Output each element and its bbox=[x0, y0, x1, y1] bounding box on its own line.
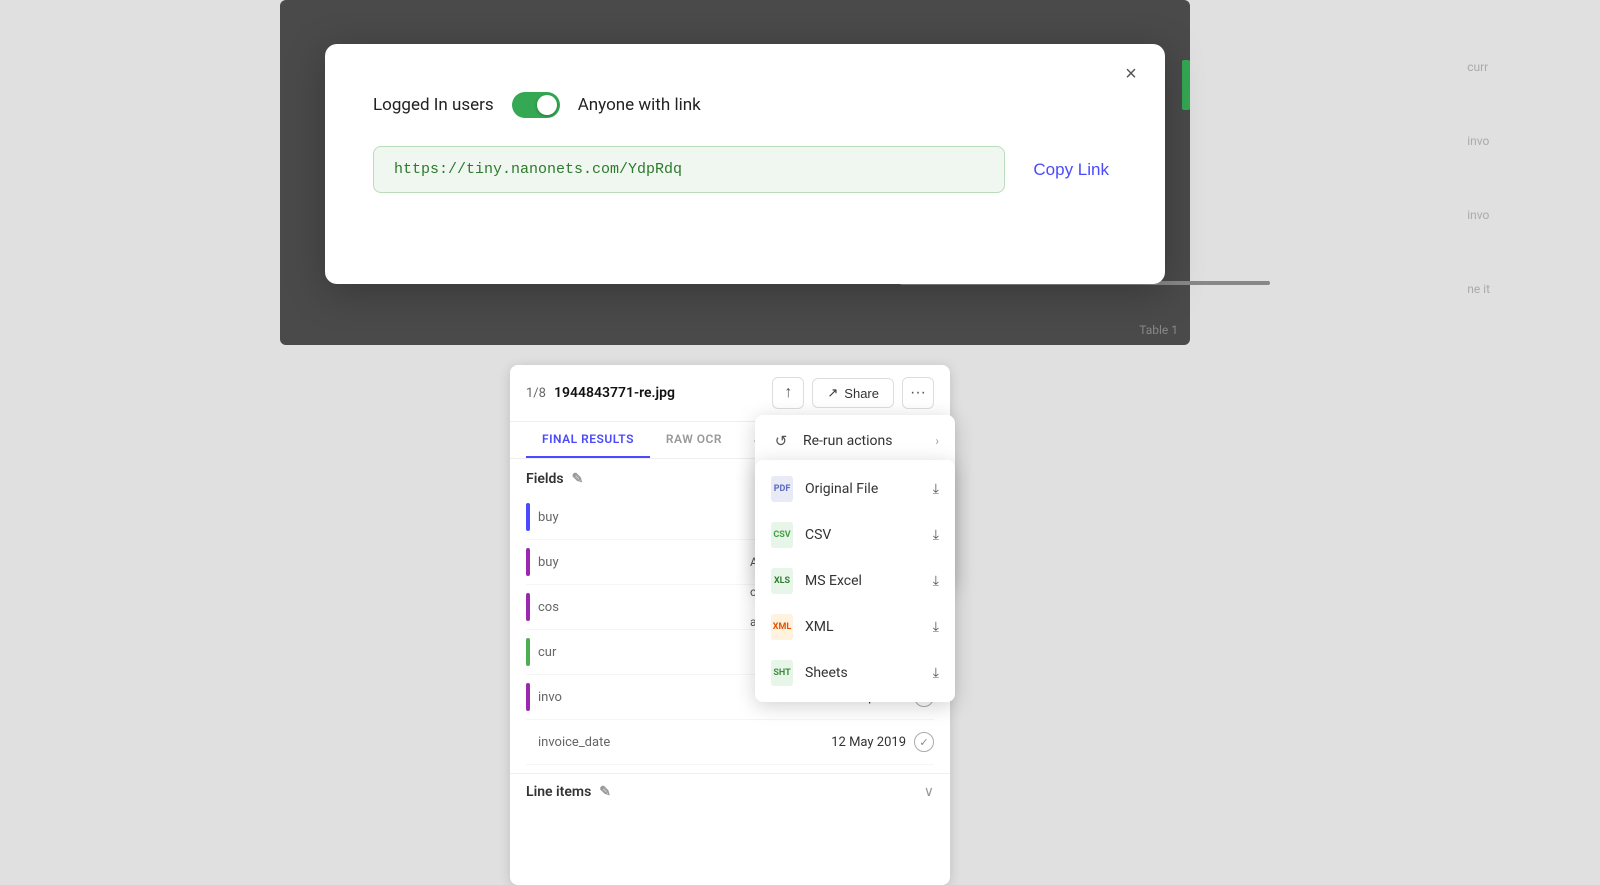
modal-link-row: https://tiny.nanonets.com/YdpRdq Copy Li… bbox=[373, 146, 1117, 193]
more-options-button[interactable]: ··· bbox=[902, 377, 934, 409]
toggle-label-right: Anyone with link bbox=[578, 95, 701, 115]
more-icon: ··· bbox=[910, 384, 926, 402]
field-indicator bbox=[526, 593, 530, 621]
line-items-section: Line items ✎ ∨ bbox=[510, 773, 950, 810]
excel-icon: XLS bbox=[771, 568, 793, 594]
field-row-invoice-date: invoice_date 12 May 2019 ✓ bbox=[526, 720, 934, 765]
tab-final-results[interactable]: FINAL RESULTS bbox=[526, 422, 650, 458]
line-items-label: Line items ✎ bbox=[526, 784, 611, 800]
toggle-switch[interactable] bbox=[512, 92, 560, 118]
download-excel[interactable]: XLS MS Excel ⤓ bbox=[755, 558, 955, 604]
download-submenu: PDF Original File ⤓ CSV CSV ⤓ XLS MS Exc… bbox=[755, 460, 955, 702]
bg-label-invo2: invo bbox=[1467, 208, 1490, 222]
download-arrow-icon: ⤓ bbox=[933, 481, 939, 497]
field-check-invoice-date: ✓ bbox=[914, 732, 934, 752]
close-button[interactable]: × bbox=[1117, 60, 1145, 88]
right-bg-labels: curr invo invo ne it bbox=[1467, 60, 1490, 296]
download-original[interactable]: PDF Original File ⤓ bbox=[755, 466, 955, 512]
field-name-invoice-date: invoice_date bbox=[538, 735, 823, 750]
copy-link-button[interactable]: Copy Link bbox=[1025, 160, 1117, 180]
field-indicator bbox=[526, 548, 530, 576]
download-arrow-icon: ⤓ bbox=[933, 619, 939, 635]
download-arrow-icon: ⤓ bbox=[933, 665, 939, 681]
csv-label: CSV bbox=[805, 527, 921, 543]
line-items-text: Line items bbox=[526, 784, 591, 800]
toggle-label-left: Logged In users bbox=[373, 95, 494, 115]
field-indicator bbox=[526, 728, 530, 756]
download-arrow-icon: ⤓ bbox=[933, 527, 939, 543]
original-file-label: Original File bbox=[805, 481, 921, 497]
download-arrow-icon: ⤓ bbox=[933, 573, 939, 589]
sheets-label: Sheets bbox=[805, 665, 921, 681]
panel-actions: ↑ ↗ Share ··· bbox=[772, 377, 934, 409]
url-display: https://tiny.nanonets.com/YdpRdq bbox=[373, 146, 1005, 193]
modal-toggle-row: Logged In users Anyone with link bbox=[373, 92, 1117, 118]
pdf-icon: PDF bbox=[771, 476, 793, 502]
tab-raw-ocr[interactable]: RAW OCR bbox=[650, 422, 738, 458]
share-icon: ↗ bbox=[827, 385, 838, 401]
page-info: 1/8 1944843771-re.jpg bbox=[526, 385, 675, 401]
upload-icon: ↑ bbox=[784, 384, 792, 402]
fields-label: Fields bbox=[526, 471, 564, 487]
bg-label-neit: ne it bbox=[1467, 282, 1490, 296]
download-sheets[interactable]: SHT Sheets ⤓ bbox=[755, 650, 955, 696]
bg-label-invo1: invo bbox=[1467, 134, 1490, 148]
share-label: Share bbox=[844, 386, 879, 401]
download-csv[interactable]: CSV CSV ⤓ bbox=[755, 512, 955, 558]
table-label: Table 1 bbox=[1139, 323, 1178, 337]
rerun-icon: ↺ bbox=[771, 431, 791, 451]
sheets-icon: SHT bbox=[771, 660, 793, 686]
download-xml[interactable]: XML XML ⤓ bbox=[755, 604, 955, 650]
xml-icon: XML bbox=[771, 614, 793, 640]
page-number: 1/8 bbox=[526, 386, 546, 401]
bg-label-curr: curr bbox=[1467, 60, 1490, 74]
field-indicator bbox=[526, 638, 530, 666]
edit-line-items-icon[interactable]: ✎ bbox=[599, 784, 611, 800]
arrow-icon: › bbox=[935, 434, 939, 448]
green-indicator bbox=[1182, 60, 1190, 110]
filename: 1944843771-re.jpg bbox=[554, 385, 675, 401]
modal-body: Logged In users Anyone with link https:/… bbox=[325, 44, 1165, 233]
field-indicator bbox=[526, 503, 530, 531]
share-modal: × Logged In users Anyone with link https… bbox=[325, 44, 1165, 284]
upload-button[interactable]: ↑ bbox=[772, 377, 804, 409]
menu-item-rerun-label: Re-run actions bbox=[803, 433, 923, 449]
field-value-invoice-date: 12 May 2019 bbox=[831, 735, 906, 750]
menu-item-rerun[interactable]: ↺ Re-run actions › bbox=[755, 421, 955, 461]
field-indicator bbox=[526, 683, 530, 711]
excel-label: MS Excel bbox=[805, 573, 921, 589]
share-button[interactable]: ↗ Share bbox=[812, 378, 894, 408]
panel-header: 1/8 1944843771-re.jpg ↑ ↗ Share ··· bbox=[510, 365, 950, 422]
chevron-down-icon[interactable]: ∨ bbox=[924, 784, 934, 800]
csv-icon: CSV bbox=[771, 522, 793, 548]
edit-fields-icon[interactable]: ✎ bbox=[572, 471, 584, 487]
xml-label: XML bbox=[805, 619, 921, 635]
